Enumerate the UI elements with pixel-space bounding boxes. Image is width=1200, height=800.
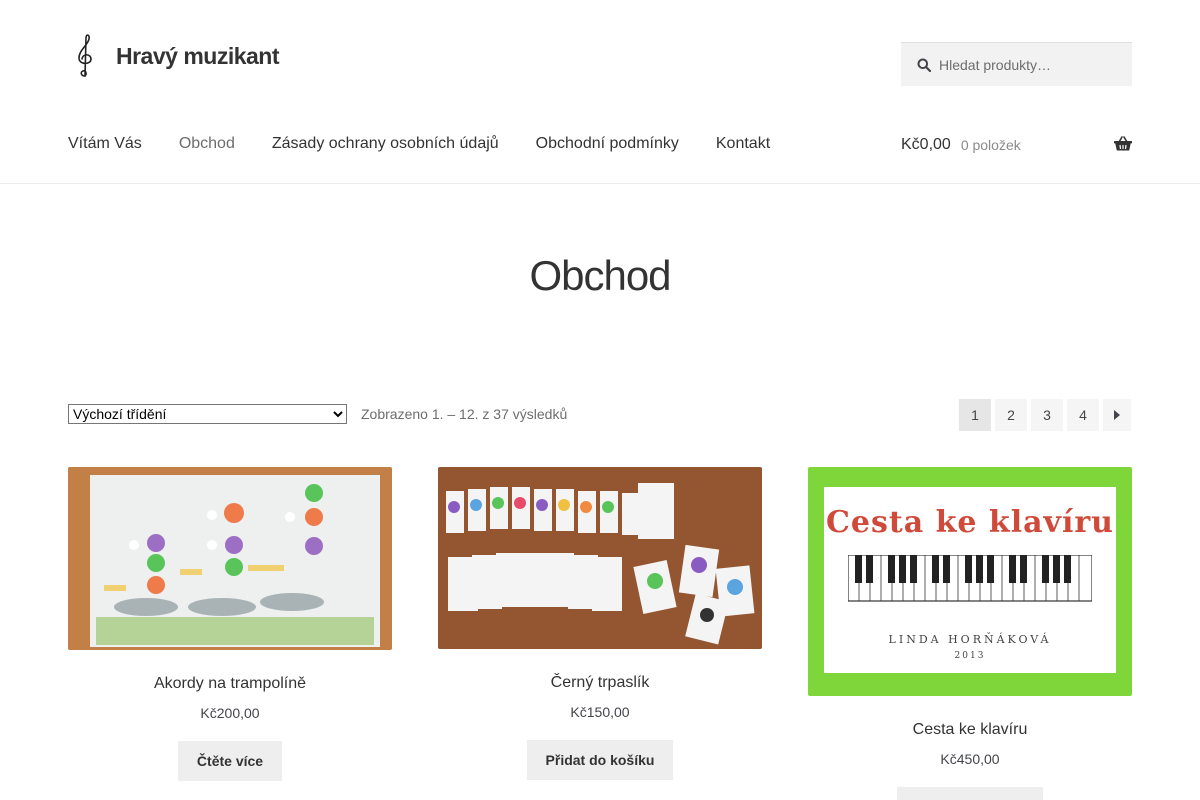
product-name[interactable]: Cesta ke klavíru bbox=[808, 721, 1132, 739]
site-header: Hravý muzikant Vítám Vás Obchod Zásady o… bbox=[0, 0, 1200, 184]
add-to-cart-button[interactable]: Přidat do košíku bbox=[896, 787, 1044, 800]
product-image-cerny-trpaslik[interactable] bbox=[438, 467, 762, 649]
product-price: Kč200,00 bbox=[200, 705, 260, 721]
book-cover: Cesta ke klavíru LINDA HORŇÁKOVÁ 2013 bbox=[824, 487, 1116, 673]
book-cover-author: LINDA HORŇÁKOVÁ bbox=[888, 633, 1052, 646]
page-title: Obchod bbox=[529, 252, 671, 299]
product-price: Kč150,00 bbox=[570, 704, 630, 720]
page-1[interactable]: 1 bbox=[959, 399, 991, 431]
nav-item-obchodni-podminky[interactable]: Obchodní podmínky bbox=[536, 134, 679, 154]
add-to-cart-button[interactable]: Přidat do košíku bbox=[526, 740, 674, 780]
nav-item-kontakt[interactable]: Kontakt bbox=[716, 134, 770, 154]
site-title[interactable]: Hravý muzikant bbox=[116, 43, 280, 70]
treble-clef-icon bbox=[78, 34, 92, 77]
product-card: Černý trpaslík Kč150,00 Přidat do košíku bbox=[438, 467, 762, 780]
result-count: Zobrazeno 1. – 12. z 37 výsledků bbox=[361, 406, 568, 422]
read-more-button[interactable]: Čtěte více bbox=[177, 741, 283, 781]
search-input[interactable] bbox=[939, 56, 1129, 73]
search-icon bbox=[917, 58, 931, 72]
sort-select[interactable]: Výchozí třídění bbox=[68, 404, 347, 424]
product-search[interactable] bbox=[901, 42, 1132, 86]
site-branding[interactable]: Hravý muzikant bbox=[68, 30, 280, 82]
cart-amount: Kč0,00 bbox=[901, 136, 951, 153]
product-name[interactable]: Černý trpaslík bbox=[438, 674, 762, 692]
product-price: Kč450,00 bbox=[940, 751, 1000, 767]
product-card: Akordy na trampolíně Kč200,00 Čtěte více bbox=[68, 467, 392, 781]
nav-item-vitam-vas[interactable]: Vítám Vás bbox=[68, 134, 142, 154]
primary-navigation: Vítám Vás Obchod Zásady ochrany osobních… bbox=[68, 134, 807, 154]
page-4[interactable]: 4 bbox=[1067, 399, 1099, 431]
pagination: 1 2 3 4 bbox=[959, 399, 1131, 431]
piano-keys-illustration bbox=[848, 555, 1092, 602]
shopping-basket-icon[interactable] bbox=[1114, 136, 1132, 152]
book-cover-title: Cesta ke klavíru bbox=[826, 505, 1114, 540]
page-2[interactable]: 2 bbox=[995, 399, 1027, 431]
cart-count: 0 položek bbox=[960, 137, 1021, 153]
page-3[interactable]: 3 bbox=[1031, 399, 1063, 431]
nav-item-zasady[interactable]: Zásady ochrany osobních údajů bbox=[272, 134, 499, 154]
product-image-akordy[interactable] bbox=[68, 467, 392, 650]
product-card: Cesta ke klavíru LINDA HORŇÁKOVÁ 2013 Ce… bbox=[808, 467, 1132, 800]
book-cover-year: 2013 bbox=[954, 651, 986, 661]
header-cart[interactable]: Kč0,00 0 položek bbox=[901, 134, 1132, 156]
product-image-cesta-ke-klaviru[interactable]: Cesta ke klavíru LINDA HORŇÁKOVÁ 2013 bbox=[808, 467, 1132, 696]
product-name[interactable]: Akordy na trampolíně bbox=[68, 675, 392, 693]
caret-right-icon bbox=[1114, 410, 1120, 420]
nav-item-obchod[interactable]: Obchod bbox=[179, 134, 235, 154]
next-page-button[interactable] bbox=[1103, 399, 1131, 431]
